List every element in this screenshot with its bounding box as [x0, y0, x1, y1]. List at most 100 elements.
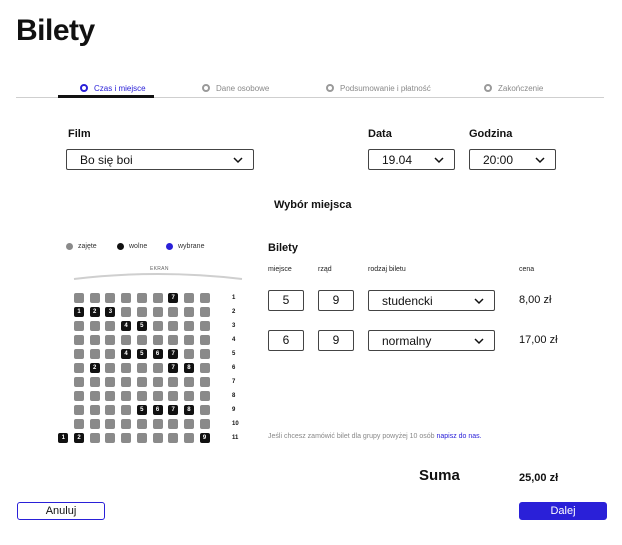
seat-free[interactable]: 1 — [74, 307, 84, 317]
seat-taken — [74, 293, 84, 303]
step-summary-payment[interactable]: Podsumowanie i płatność — [326, 78, 431, 98]
legend-label: wolne — [129, 243, 148, 250]
seat-free[interactable]: 7 — [168, 293, 179, 303]
seat-taken — [136, 391, 147, 401]
seat-taken — [168, 321, 179, 331]
seat-taken — [136, 433, 147, 443]
ticket-price: 8,00 zł — [519, 294, 552, 306]
seat-free[interactable]: 7 — [168, 349, 179, 359]
cancel-button[interactable]: Anuluj — [17, 502, 105, 520]
seat-free[interactable]: 8 — [183, 363, 194, 373]
seat-taken — [136, 377, 147, 387]
row-number: 11 — [232, 435, 239, 441]
ticket-type-value: normalny — [382, 333, 432, 348]
seat-taken — [74, 405, 84, 415]
seat-taken — [105, 377, 116, 387]
seat-taken — [74, 349, 84, 359]
seat-free[interactable]: 5 — [136, 349, 147, 359]
seat-taken — [121, 419, 132, 429]
row-number: 9 — [232, 407, 236, 413]
seat-taken — [105, 321, 116, 331]
chevron-down-icon — [434, 157, 444, 164]
seat-free[interactable]: 1 — [58, 433, 69, 443]
seat-taken — [199, 363, 210, 373]
seat-free[interactable]: 6 — [152, 349, 163, 359]
step-completion[interactable]: Zakończenie — [484, 78, 543, 98]
seat-taken — [183, 433, 194, 443]
legend-selected: wybrane — [166, 243, 204, 250]
seat-taken — [105, 293, 116, 303]
date-select[interactable]: 19.04 — [368, 149, 455, 170]
seat-taken — [89, 321, 100, 331]
seat-free[interactable]: 5 — [136, 405, 147, 415]
seat-free[interactable]: 3 — [105, 307, 116, 317]
free-dot-icon — [117, 243, 124, 250]
seat-free[interactable]: 9 — [199, 433, 210, 443]
seat-taken — [152, 335, 163, 345]
next-button[interactable]: Dalej — [519, 502, 607, 520]
seat-taken — [89, 335, 100, 345]
step-personal-data[interactable]: Dane osobowe — [202, 78, 269, 98]
seat-free[interactable]: 6 — [152, 405, 163, 415]
seat-taken — [121, 335, 132, 345]
ticket-type-select[interactable]: normalny — [368, 330, 495, 351]
row-number: 8 — [232, 393, 236, 399]
seat-taken — [136, 419, 147, 429]
ticket-type-select[interactable]: studencki — [368, 290, 495, 311]
seat-taken — [168, 419, 179, 429]
active-step-underline — [58, 95, 154, 98]
column-header-type: rodzaj biletu — [368, 266, 406, 273]
film-select[interactable]: Bo się boi — [66, 149, 254, 170]
seat-taken — [74, 335, 84, 345]
seat-taken — [183, 419, 194, 429]
step-indicator-icon — [484, 84, 492, 92]
seat-taken — [183, 349, 194, 359]
seat-taken — [89, 405, 100, 415]
seat-free[interactable]: 4 — [121, 321, 132, 331]
seat-taken — [199, 405, 210, 415]
seat-taken — [105, 419, 116, 429]
seat-taken — [89, 433, 100, 443]
seat-taken — [168, 391, 179, 401]
seat-free[interactable]: 2 — [74, 433, 84, 443]
seat-taken — [74, 321, 84, 331]
legend-taken: zajęte — [66, 243, 97, 250]
chevron-down-icon — [535, 157, 545, 164]
seat-taken — [89, 419, 100, 429]
seat-free[interactable]: 5 — [136, 321, 147, 331]
contact-us-link[interactable]: napisz do nas. — [436, 433, 481, 440]
seat-taken — [199, 321, 210, 331]
seat-free[interactable]: 4 — [121, 349, 132, 359]
seat-free[interactable]: 7 — [168, 363, 179, 373]
ticket-row-input[interactable]: 9 — [318, 290, 354, 311]
ticket-seat-input[interactable]: 5 — [268, 290, 304, 311]
seat-taken — [199, 349, 210, 359]
seat-taken — [136, 335, 147, 345]
seat-taken — [152, 307, 163, 317]
row-number: 4 — [232, 337, 236, 343]
seat-taken — [199, 293, 210, 303]
seat-taken — [199, 335, 210, 345]
step-indicator-icon — [326, 84, 334, 92]
ticket-row-input[interactable]: 9 — [318, 330, 354, 351]
seat-taken — [183, 307, 194, 317]
seat-taken — [105, 405, 116, 415]
group-booking-note: Jeśli chcesz zamówić bilet dla grupy pow… — [268, 433, 482, 440]
seat-taken — [168, 335, 179, 345]
group-note-text: Jeśli chcesz zamówić bilet dla grupy pow… — [268, 433, 437, 440]
seat-taken — [152, 321, 163, 331]
seat-taken — [121, 307, 132, 317]
time-select[interactable]: 20:00 — [469, 149, 556, 170]
time-select-value: 20:00 — [483, 152, 514, 167]
chevron-down-icon — [474, 338, 484, 345]
seat-free[interactable]: 7 — [168, 405, 179, 415]
ticket-type-value: studencki — [382, 293, 433, 308]
film-label: Film — [68, 128, 91, 140]
seat-free[interactable]: 2 — [89, 307, 100, 317]
seat-free[interactable]: 2 — [89, 363, 100, 373]
seat-taken — [74, 377, 84, 387]
ticket-seat-input[interactable]: 6 — [268, 330, 304, 351]
seat-free[interactable]: 8 — [183, 405, 194, 415]
seat-taken — [74, 391, 84, 401]
column-header-seat: miejsce — [268, 266, 292, 273]
